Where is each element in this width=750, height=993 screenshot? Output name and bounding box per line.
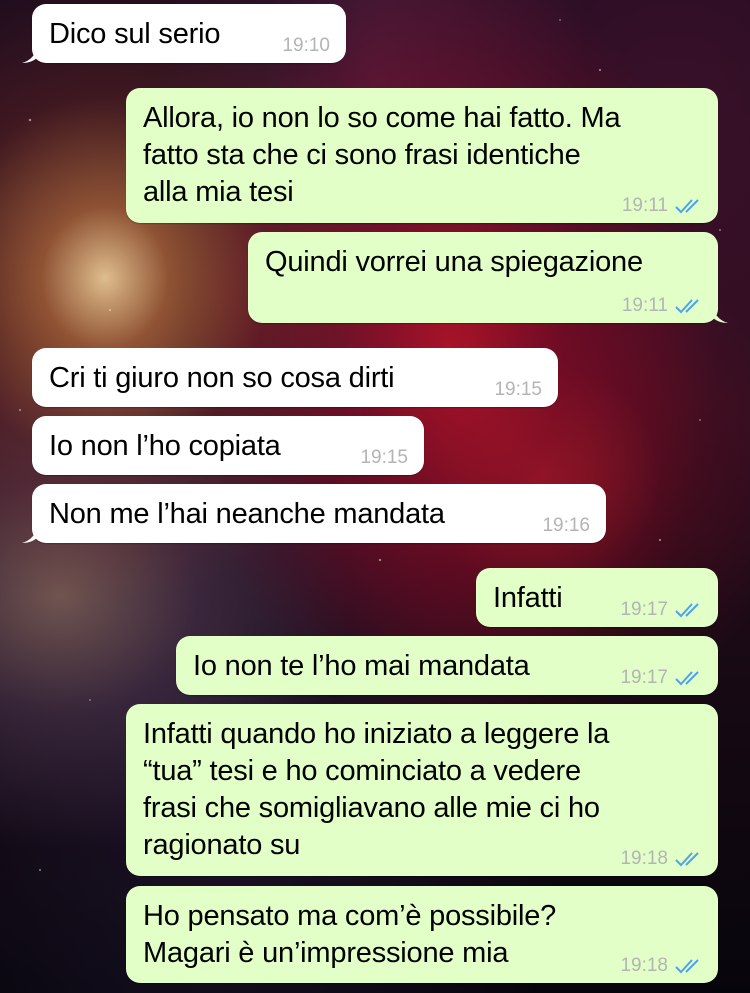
message-bubble-outgoing[interactable]: Infatti quando ho iniziato a leggere la … <box>126 704 718 876</box>
double-check-icon <box>675 959 699 974</box>
chat-thread[interactable]: Dico sul serio 19:10 Allora, io non lo s… <box>0 0 750 993</box>
message-bubble-incoming[interactable]: Non me l’hai neanche mandata 19:16 <box>22 484 606 543</box>
bubble-tail <box>712 303 728 323</box>
message-bubble-outgoing[interactable]: Allora, io non lo so come hai fatto. Ma … <box>126 88 718 223</box>
message-meta: 19:18 <box>620 956 704 976</box>
message-time: 19:17 <box>620 599 668 620</box>
message-time: 19:17 <box>620 667 668 688</box>
double-check-icon <box>675 603 699 618</box>
message-bubble-outgoing[interactable]: Io non te l’ho mai mandata 19:17 <box>176 636 718 695</box>
message-meta: 19:16 <box>542 516 590 536</box>
bubble-tail <box>22 43 38 63</box>
message-bubble-incoming[interactable]: Cri ti giuro non so cosa dirti 19:15 <box>32 348 558 407</box>
double-check-icon <box>675 199 699 214</box>
message-meta: 19:15 <box>360 448 408 468</box>
message-time: 19:11 <box>621 295 668 316</box>
message-text: Non me l’hai neanche mandata <box>49 498 445 530</box>
message-meta: 19:15 <box>494 380 542 400</box>
message-text: Io non l’ho copiata <box>49 430 281 462</box>
message-bubble-incoming[interactable]: Io non l’ho copiata 19:15 <box>32 416 424 475</box>
message-meta: 19:17 <box>620 668 704 688</box>
message-time: 19:16 <box>542 515 590 536</box>
message-text: Allora, io non lo so come hai fatto. Ma … <box>143 102 621 208</box>
message-time: 19:15 <box>360 447 408 468</box>
message-text: Infatti quando ho iniziato a leggere la … <box>143 718 610 861</box>
message-meta: 19:11 <box>622 196 704 216</box>
bubble-tail <box>22 523 38 543</box>
double-check-icon <box>675 852 699 867</box>
message-meta: 19:18 <box>620 849 704 869</box>
message-text: Ho pensato ma com’è possibile? Magari è … <box>143 900 557 969</box>
message-bubble-incoming[interactable]: Dico sul serio 19:10 <box>22 4 346 63</box>
double-check-icon <box>675 299 699 314</box>
message-time: 19:18 <box>620 955 668 976</box>
message-meta: 19:17 <box>620 600 704 620</box>
message-time: 19:15 <box>494 379 542 400</box>
message-time: 19:18 <box>620 848 668 869</box>
message-meta: 19:10 <box>282 36 330 56</box>
message-bubble-outgoing[interactable]: Quindi vorrei una spiegazione 19:11 <box>248 232 728 323</box>
message-text: Quindi vorrei una spiegazione <box>265 246 643 278</box>
message-time: 19:11 <box>621 195 668 216</box>
double-check-icon <box>675 671 699 686</box>
message-bubble-outgoing[interactable]: Ho pensato ma com’è possibile? Magari è … <box>126 886 718 983</box>
message-meta: 19:11 <box>622 296 704 316</box>
message-time: 19:10 <box>282 35 330 56</box>
message-text: Cri ti giuro non so cosa dirti <box>49 362 395 394</box>
message-bubble-outgoing[interactable]: Infatti 19:17 <box>476 568 718 627</box>
